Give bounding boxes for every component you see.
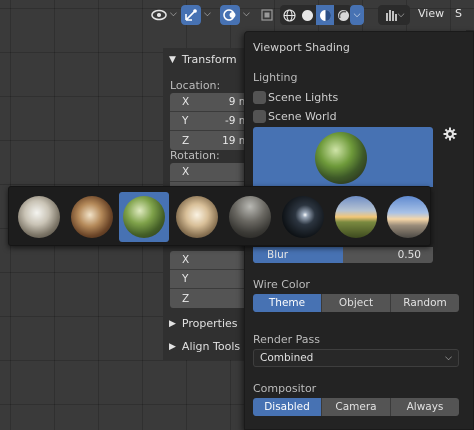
compositor-selector: Disabled Camera Always	[253, 398, 459, 416]
wireframe-shading-button[interactable]	[280, 5, 298, 25]
hdri-sphere-forest	[123, 196, 165, 238]
location-x-field[interactable]: X 9 m	[170, 93, 253, 112]
transform-header[interactable]: ▼ Transform	[169, 53, 237, 66]
hdri-thumbnail-courtyard[interactable]	[225, 192, 275, 242]
wireframe-sphere-icon	[282, 8, 296, 22]
overlay-toggle[interactable]	[220, 5, 240, 25]
chevron-down-icon[interactable]: ⌵	[170, 9, 177, 19]
chevron-right-icon: ▶	[169, 318, 176, 329]
transform-title: Transform	[181, 53, 237, 66]
rotation-label: Rotation:	[170, 149, 220, 162]
wire-color-label: Wire Color	[253, 278, 310, 291]
scale-z-field[interactable]: Z	[170, 289, 253, 308]
location-y-field[interactable]: Y -9 m	[170, 112, 253, 131]
scene-lights-label[interactable]: Scene Lights	[268, 91, 338, 104]
align-tools-header[interactable]: ▶ Align Tools	[169, 340, 240, 353]
chevron-right-icon: ▶	[169, 341, 176, 352]
wire-color-selector: Theme Object Random	[253, 294, 459, 312]
hdri-thumbnail-forest[interactable]	[119, 192, 169, 242]
wire-color-object-option[interactable]: Object	[322, 294, 391, 312]
hdri-sphere-sky	[387, 196, 429, 238]
hdri-sphere-interior	[71, 196, 113, 238]
shading-mode-group	[280, 5, 352, 25]
chevron-down-icon: ⌵	[397, 10, 405, 20]
rendered-sphere-icon	[337, 9, 349, 21]
render-pass-dropdown[interactable]: Combined ⌵	[253, 349, 459, 367]
hdri-thumbnail-sunset[interactable]	[331, 192, 381, 242]
hdri-sphere-night	[282, 196, 324, 238]
render-pass-label: Render Pass	[253, 333, 320, 346]
compositor-disabled-option[interactable]: Disabled	[253, 398, 322, 416]
wire-color-random-option[interactable]: Random	[391, 294, 459, 312]
compositor-always-option[interactable]: Always	[391, 398, 459, 416]
location-z-field[interactable]: Z 19 m	[170, 131, 253, 150]
xray-icon	[261, 9, 273, 21]
lighting-label: Lighting	[253, 71, 298, 84]
hdri-sphere-city	[18, 196, 60, 238]
blur-label: Blur	[267, 249, 289, 261]
hdri-thumbnail-city[interactable]	[14, 192, 64, 242]
hdri-preview-button[interactable]	[253, 127, 433, 187]
gizmo-icon	[185, 9, 197, 21]
visibility-toggle[interactable]	[150, 5, 168, 25]
blur-value: 0.50	[397, 249, 421, 261]
solid-sphere-icon	[301, 9, 313, 21]
view-menu[interactable]: View	[418, 7, 444, 20]
hdri-sphere-courtyard	[229, 196, 271, 238]
scene-lights-checkbox[interactable]	[253, 91, 266, 104]
scene-world-label[interactable]: Scene World	[268, 110, 337, 123]
solid-shading-button[interactable]	[298, 5, 316, 25]
hdri-picker	[8, 186, 431, 246]
chevron-down-icon: ⌵	[353, 10, 361, 20]
material-preview-shading-button[interactable]	[316, 5, 334, 25]
chevron-down-icon[interactable]: ⌵	[204, 9, 211, 19]
eye-icon	[151, 9, 167, 21]
compositor-label: Compositor	[253, 382, 317, 395]
hdri-sphere-studio	[176, 196, 218, 238]
chevron-down-icon[interactable]: ⌵	[243, 9, 250, 19]
chevron-down-icon: ▼	[169, 54, 176, 65]
scale-x-field[interactable]: X	[170, 251, 253, 270]
wire-color-theme-option[interactable]: Theme	[253, 294, 322, 312]
hdri-thumbnail-studio[interactable]	[172, 192, 222, 242]
blur-slider[interactable]: Blur 0.50	[253, 247, 433, 263]
hdri-preview-sphere	[315, 132, 367, 184]
chevron-down-icon: ⌵	[445, 353, 452, 363]
align-tools-title: Align Tools	[181, 340, 241, 353]
hdri-thumbnail-interior[interactable]	[67, 192, 117, 242]
rotation-x-field[interactable]: X	[170, 163, 253, 182]
hand-icon	[385, 10, 397, 21]
properties-title: Properties	[181, 317, 238, 330]
material-sphere-icon	[319, 9, 331, 21]
select-menu-partial[interactable]: S	[455, 7, 462, 20]
scale-y-field[interactable]: Y	[170, 270, 253, 289]
render-pass-value: Combined	[260, 352, 314, 364]
overlay-icon	[223, 9, 236, 21]
gizmo-menu-button[interactable]: ⌵	[378, 5, 410, 25]
location-label: Location:	[170, 79, 221, 92]
properties-header[interactable]: ▶ Properties	[169, 317, 238, 330]
hdri-thumbnail-sky[interactable]	[383, 192, 433, 242]
hdri-sphere-sunset	[335, 196, 377, 238]
scene-world-checkbox[interactable]	[253, 110, 266, 123]
viewport-header: ⌵ ⌵ ⌵ ⌵ ⌵ View S	[0, 0, 474, 30]
xray-toggle[interactable]	[258, 5, 276, 25]
gear-icon[interactable]	[443, 127, 457, 141]
popup-title: Viewport Shading	[253, 41, 350, 54]
shading-options-dropdown[interactable]: ⌵	[350, 5, 364, 25]
compositor-camera-option[interactable]: Camera	[322, 398, 391, 416]
hdri-thumbnail-night[interactable]	[278, 192, 328, 242]
gizmo-toggle[interactable]	[181, 5, 201, 25]
